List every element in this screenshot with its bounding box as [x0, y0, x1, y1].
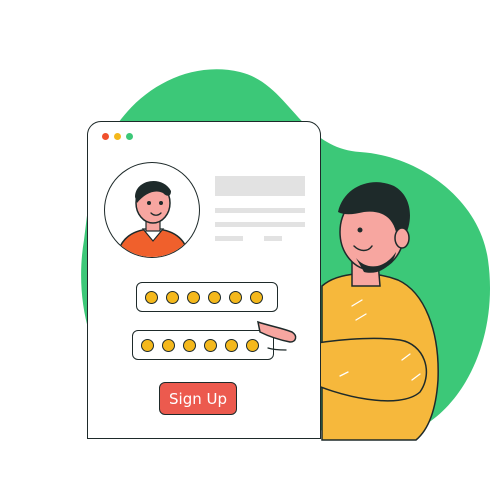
avatar [104, 162, 200, 258]
placeholder-line-short [215, 236, 243, 241]
sign-up-button[interactable]: Sign Up [159, 382, 237, 415]
mask-dot [204, 338, 217, 352]
masked-input-field-2[interactable] [132, 330, 274, 360]
close-dot[interactable] [102, 133, 109, 140]
mask-dot [187, 290, 200, 304]
mask-dot [225, 338, 238, 352]
avatar-person-icon [116, 180, 190, 257]
signup-window: Sign Up [87, 121, 321, 439]
mask-dot [208, 290, 221, 304]
maximize-dot[interactable] [126, 133, 133, 140]
mask-dot [145, 290, 158, 304]
mask-dot [141, 338, 154, 352]
mask-dot [246, 338, 259, 352]
placeholder-line [215, 208, 305, 213]
mask-dot [162, 338, 175, 352]
mask-dot [166, 290, 179, 304]
placeholder-title-bar [215, 176, 305, 196]
mask-dot [229, 290, 242, 304]
minimize-dot[interactable] [114, 133, 121, 140]
mask-dot [250, 290, 263, 304]
masked-input-field-1[interactable] [136, 282, 278, 312]
placeholder-line-short [264, 236, 282, 241]
illustration-scene: Sign Up [0, 0, 504, 504]
window-controls [102, 133, 133, 140]
placeholder-line [215, 222, 305, 227]
mask-dot [183, 338, 196, 352]
